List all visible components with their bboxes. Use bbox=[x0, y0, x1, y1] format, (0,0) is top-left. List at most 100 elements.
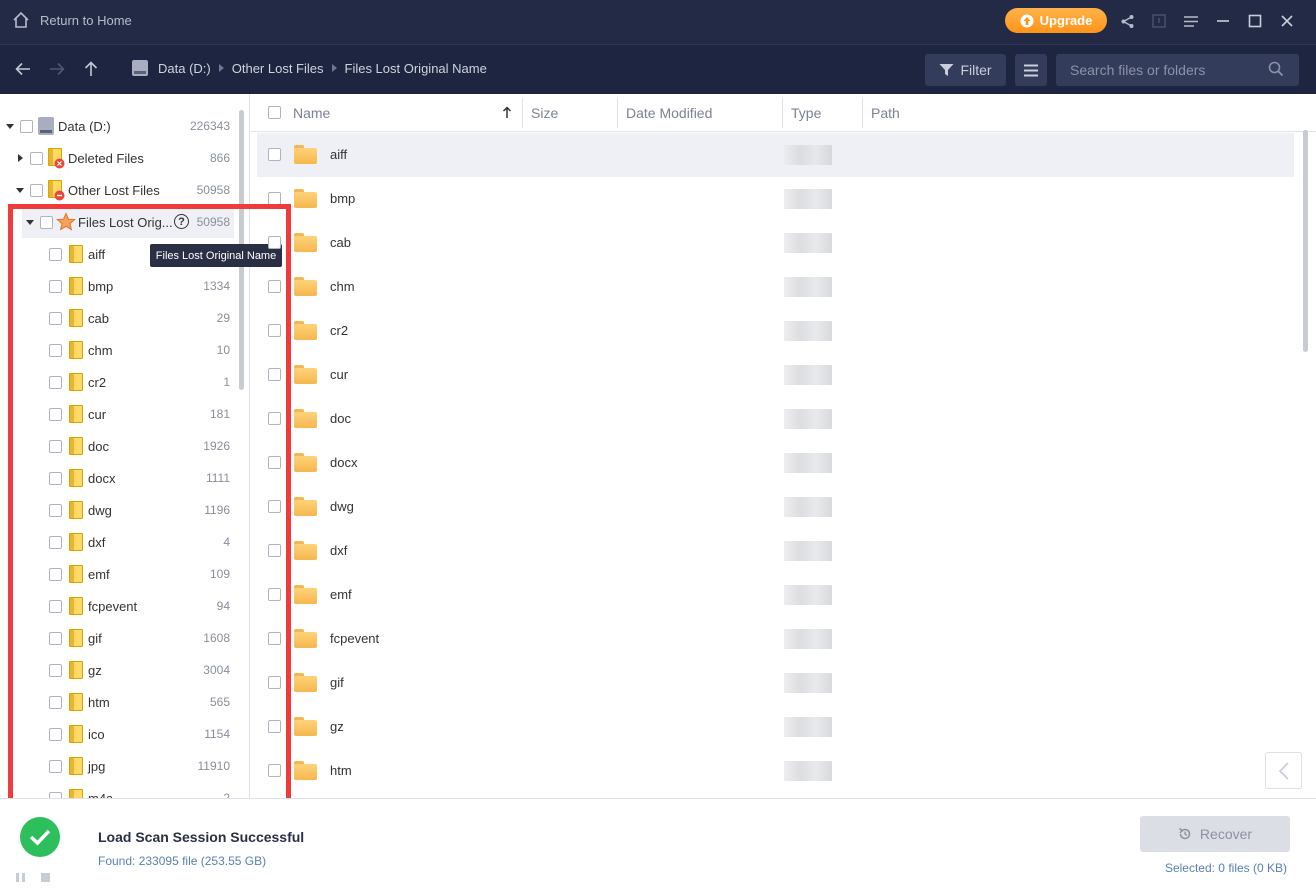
tree-node-other-lost-files[interactable]: Other Lost Files 50958 bbox=[0, 174, 236, 206]
tree-checkbox[interactable] bbox=[49, 312, 62, 325]
select-all-checkbox[interactable] bbox=[268, 106, 281, 119]
tree-item-fcpevent[interactable]: fcpevent 94 bbox=[0, 590, 236, 622]
pause-icon[interactable] bbox=[16, 873, 25, 882]
file-row[interactable]: gif bbox=[257, 661, 1294, 705]
tree-checkbox[interactable] bbox=[49, 664, 62, 677]
menu-icon[interactable] bbox=[1183, 12, 1199, 30]
row-checkbox[interactable] bbox=[268, 720, 281, 733]
tree-node-data-drive[interactable]: Data (D:) 226343 bbox=[0, 110, 236, 142]
row-checkbox[interactable] bbox=[268, 544, 281, 557]
tree-item-dxf[interactable]: dxf 4 bbox=[0, 526, 236, 558]
tree-item-cab[interactable]: cab 29 bbox=[0, 302, 236, 334]
file-row[interactable]: emf bbox=[257, 573, 1294, 617]
row-checkbox[interactable] bbox=[268, 500, 281, 513]
minimize-icon[interactable] bbox=[1215, 12, 1231, 30]
row-checkbox[interactable] bbox=[268, 324, 281, 337]
tree-checkbox[interactable] bbox=[49, 600, 62, 613]
column-date-modified[interactable]: Date Modified bbox=[626, 105, 712, 121]
tree-item-gz[interactable]: gz 3004 bbox=[0, 654, 236, 686]
file-row[interactable]: dxf bbox=[257, 529, 1294, 573]
column-size[interactable]: Size bbox=[531, 105, 558, 121]
tree-item-chm[interactable]: chm 10 bbox=[0, 334, 236, 366]
column-name[interactable]: Name bbox=[293, 105, 330, 121]
feedback-icon[interactable] bbox=[1151, 12, 1167, 30]
tree-node-files-lost-original-name[interactable]: Files Lost Orig... ? 50958 bbox=[22, 206, 234, 238]
tree-checkbox[interactable] bbox=[49, 472, 62, 485]
collapse-arrow-icon[interactable] bbox=[26, 220, 34, 225]
tree-item-emf[interactable]: emf 109 bbox=[0, 558, 236, 590]
file-row[interactable]: cur bbox=[257, 353, 1294, 397]
tree-item-m4a[interactable]: m4a 2 bbox=[0, 782, 236, 798]
column-divider[interactable] bbox=[782, 98, 783, 128]
tree-item-dwg[interactable]: dwg 1196 bbox=[0, 494, 236, 526]
tree-checkbox[interactable] bbox=[49, 632, 62, 645]
column-divider[interactable] bbox=[862, 98, 863, 128]
tree-node-deleted-files[interactable]: Deleted Files 866 bbox=[0, 142, 236, 174]
row-checkbox[interactable] bbox=[268, 280, 281, 293]
row-checkbox[interactable] bbox=[268, 412, 281, 425]
tree-checkbox[interactable] bbox=[30, 184, 43, 197]
row-checkbox[interactable] bbox=[268, 764, 281, 777]
file-row[interactable]: fcpevent bbox=[257, 617, 1294, 661]
tree-item-ico[interactable]: ico 1154 bbox=[0, 718, 236, 750]
tree-item-jpg[interactable]: jpg 11910 bbox=[0, 750, 236, 782]
file-row[interactable]: doc bbox=[257, 397, 1294, 441]
tree-checkbox[interactable] bbox=[49, 280, 62, 293]
tree-item-doc[interactable]: doc 1926 bbox=[0, 430, 236, 462]
tree-item-docx[interactable]: docx 1111 bbox=[0, 462, 236, 494]
file-list-scrollbar[interactable] bbox=[1303, 130, 1308, 352]
tree-checkbox[interactable] bbox=[49, 568, 62, 581]
tree-checkbox[interactable] bbox=[49, 760, 62, 773]
tree-checkbox[interactable] bbox=[49, 696, 62, 709]
breadcrumb-files-lost-original-name[interactable]: Files Lost Original Name bbox=[345, 61, 487, 76]
tree-item-bmp[interactable]: bmp 1334 bbox=[0, 270, 236, 302]
expand-arrow-icon[interactable] bbox=[18, 154, 23, 162]
row-checkbox[interactable] bbox=[268, 192, 281, 205]
breadcrumb-other-lost-files[interactable]: Other Lost Files bbox=[232, 61, 324, 76]
filter-button[interactable]: Filter bbox=[925, 54, 1006, 86]
tree-item-htm[interactable]: htm 565 bbox=[0, 686, 236, 718]
recover-button[interactable]: Recover bbox=[1140, 816, 1290, 852]
maximize-icon[interactable] bbox=[1247, 12, 1263, 30]
file-row[interactable]: htm bbox=[257, 749, 1294, 793]
tree-item-gif[interactable]: gif 1608 bbox=[0, 622, 236, 654]
file-row[interactable]: cr2 bbox=[257, 309, 1294, 353]
row-checkbox[interactable] bbox=[268, 236, 281, 249]
row-checkbox[interactable] bbox=[268, 148, 281, 161]
column-path[interactable]: Path bbox=[871, 105, 900, 121]
collapse-panel-button[interactable] bbox=[1265, 752, 1302, 789]
close-icon[interactable] bbox=[1279, 12, 1295, 30]
file-row[interactable]: dwg bbox=[257, 485, 1294, 529]
return-home-button[interactable]: Return to Home bbox=[12, 11, 132, 29]
file-row[interactable]: cab bbox=[257, 221, 1294, 265]
file-row[interactable]: docx bbox=[257, 441, 1294, 485]
back-arrow-icon[interactable] bbox=[14, 60, 32, 78]
row-checkbox[interactable] bbox=[268, 588, 281, 601]
tree-checkbox[interactable] bbox=[40, 216, 53, 229]
list-menu-button[interactable] bbox=[1015, 54, 1047, 86]
tree-checkbox[interactable] bbox=[49, 536, 62, 549]
file-row[interactable]: chm bbox=[257, 265, 1294, 309]
sort-ascending-icon[interactable] bbox=[502, 106, 512, 119]
column-type[interactable]: Type bbox=[791, 105, 821, 121]
upgrade-button[interactable]: Upgrade bbox=[1005, 8, 1107, 33]
help-icon[interactable]: ? bbox=[174, 214, 189, 229]
tree-checkbox[interactable] bbox=[20, 120, 33, 133]
tree-checkbox[interactable] bbox=[49, 504, 62, 517]
file-row[interactable]: bmp bbox=[257, 177, 1294, 221]
row-checkbox[interactable] bbox=[268, 368, 281, 381]
collapse-arrow-icon[interactable] bbox=[6, 124, 14, 129]
tree-checkbox[interactable] bbox=[30, 152, 43, 165]
row-checkbox[interactable] bbox=[268, 456, 281, 469]
row-checkbox[interactable] bbox=[268, 676, 281, 689]
tree-checkbox[interactable] bbox=[49, 440, 62, 453]
collapse-arrow-icon[interactable] bbox=[16, 188, 24, 193]
up-arrow-icon[interactable] bbox=[82, 60, 100, 78]
stop-icon[interactable] bbox=[41, 873, 50, 882]
forward-arrow-icon[interactable] bbox=[48, 60, 66, 78]
tree-item-cr2[interactable]: cr2 1 bbox=[0, 366, 236, 398]
tree-item-cur[interactable]: cur 181 bbox=[0, 398, 236, 430]
row-checkbox[interactable] bbox=[268, 632, 281, 645]
tree-checkbox[interactable] bbox=[49, 376, 62, 389]
column-divider[interactable] bbox=[522, 98, 523, 128]
